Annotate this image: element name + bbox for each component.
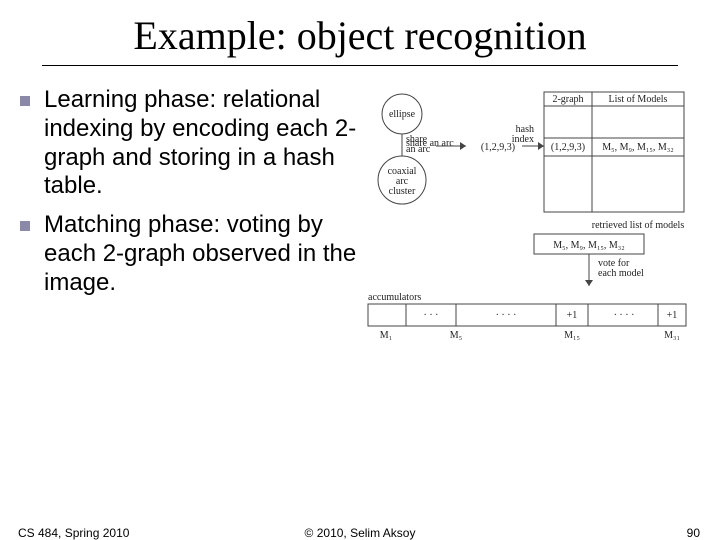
slide: Example: object recognition Learning pha…	[0, 0, 720, 540]
bullet-text: Learning phase: relational indexing by e…	[44, 86, 360, 201]
slide-body: Learning phase: relational indexing by e…	[0, 74, 720, 366]
accum-bin: M₁₅	[564, 330, 580, 341]
arrow-head-icon	[538, 142, 544, 150]
accum-plus1: +1	[567, 310, 578, 321]
accum-dots: · · · ·	[496, 310, 517, 321]
arrow-head-icon	[585, 280, 593, 286]
diagram-svg: ellipse share an arc share an arc coaxia…	[366, 86, 696, 366]
edge-label-line2: an arc	[406, 144, 431, 155]
ellipse-node-label: ellipse	[389, 109, 416, 120]
bullet-text: Matching phase: voting by each 2-graph o…	[44, 211, 360, 297]
retrieved-models: M₅, M₉, M₁₅, M₃₂	[553, 240, 624, 251]
accum-label: accumulators	[368, 292, 421, 303]
retrieved-label: retrieved list of models	[592, 220, 685, 231]
tuple-encoding: (1,2,9,3)	[481, 142, 515, 153]
footer-copyright: © 2010, Selim Aksoy	[0, 526, 720, 540]
bullet-list: Learning phase: relational indexing by e…	[20, 74, 360, 366]
accum-bin: M₁	[380, 330, 392, 341]
accum-frame	[368, 304, 686, 326]
slide-title: Example: object recognition	[0, 0, 720, 65]
diagram: ellipse share an arc share an arc coaxia…	[360, 74, 708, 366]
table-header-left: 2-graph	[552, 94, 583, 105]
bullet-icon	[20, 221, 30, 231]
table-models: M₅, M₉, M₁₅, M₃₂	[602, 142, 673, 153]
bullet-icon	[20, 96, 30, 106]
cluster-node-line3: cluster	[389, 186, 416, 197]
list-item: Learning phase: relational indexing by e…	[20, 86, 360, 201]
table-header-right: List of Models	[609, 94, 668, 105]
list-item: Matching phase: voting by each 2-graph o…	[20, 211, 360, 297]
accum-bin: M₅	[450, 330, 462, 341]
vote-label-2: each model	[598, 268, 644, 279]
footer-page-number: 90	[687, 526, 700, 540]
arrow-head-icon	[460, 142, 466, 150]
accum-plus1: +1	[667, 310, 678, 321]
accum-bin: M₃₁	[664, 330, 680, 341]
accum-dots: · · · ·	[614, 310, 635, 321]
hash-label-line2: index	[512, 134, 534, 145]
title-underline	[42, 65, 678, 66]
accum-dots: · · ·	[424, 310, 439, 321]
table-key: (1,2,9,3)	[551, 142, 585, 153]
